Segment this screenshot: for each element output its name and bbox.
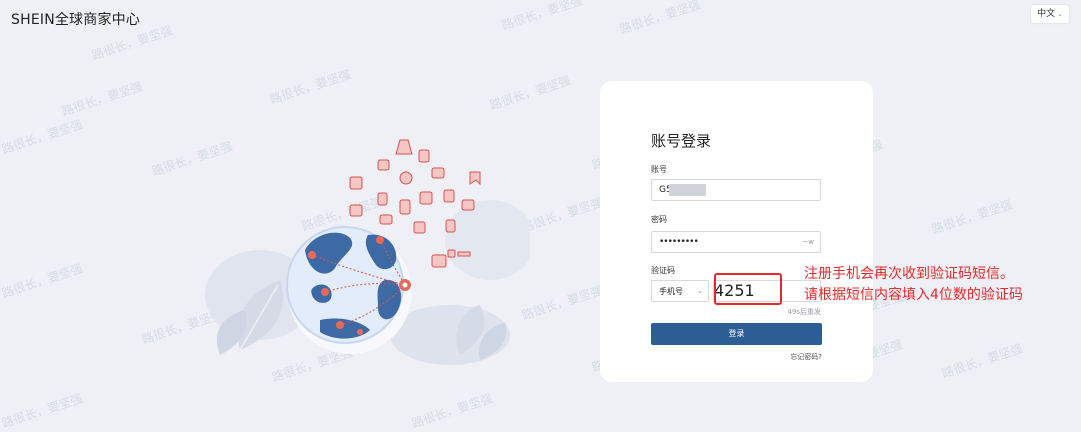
watermark: 路很长，要坚强 (268, 67, 353, 107)
chevron-down-icon: ⌄ (697, 287, 703, 295)
watermark: 路很长，要坚强 (0, 117, 85, 157)
watermark: 路很长，要坚强 (520, 283, 605, 323)
code-type-value: 手机号 (659, 287, 683, 296)
code-type-select[interactable]: 手机号 ⌄ (651, 280, 709, 302)
account-label: 账号 (651, 165, 667, 174)
highlight-box (714, 273, 782, 305)
watermark: 路很长，要坚强 (60, 79, 145, 119)
password-label: 密码 (651, 215, 667, 224)
code-label: 验证码 (651, 266, 675, 275)
password-input[interactable]: ••••••••• ~w (651, 231, 821, 253)
resend-countdown: 49s后重发 (787, 308, 821, 316)
login-card: 账号登录 账号 G5 密码 ••••••••• ~w 验证码 手机号 ⌄ 425… (600, 81, 873, 382)
globe-shopping-illustration (205, 139, 530, 365)
chevron-down-icon: ⌄ (1057, 10, 1063, 18)
watermark: 路很长，要坚强 (0, 391, 85, 431)
password-value: ••••••••• (659, 237, 699, 247)
redacted-mask (669, 184, 706, 196)
watermark: 路很长，要坚强 (618, 0, 703, 37)
eye-closed-icon[interactable]: ~w (802, 232, 814, 253)
watermark: 路很长，要坚强 (930, 197, 1015, 237)
account-input[interactable]: G5 (651, 179, 821, 201)
language-selector[interactable]: 中文 ⌄ (1031, 5, 1069, 23)
forgot-password-link[interactable]: 忘记密码? (790, 352, 822, 362)
watermark: 路很长，要坚强 (0, 261, 85, 301)
login-button[interactable]: 登录 (651, 323, 822, 345)
watermark: 路很长，要坚强 (940, 341, 1025, 381)
brand-logo-text: SHEIN全球商家中心 (11, 12, 141, 28)
annotation-line-2: 请根据短信内容填入4位数的验证码 (804, 287, 1023, 303)
watermark: 路很长，要坚强 (500, 0, 585, 33)
watermark: 路很长，要坚强 (410, 391, 495, 431)
watermark: 路很长，要坚强 (488, 73, 573, 113)
annotation-line-1: 注册手机会再次收到验证码短信。 (804, 266, 1014, 282)
watermark: 路很长，要坚强 (520, 195, 605, 235)
login-title: 账号登录 (651, 132, 712, 150)
language-label: 中文 (1037, 9, 1056, 19)
